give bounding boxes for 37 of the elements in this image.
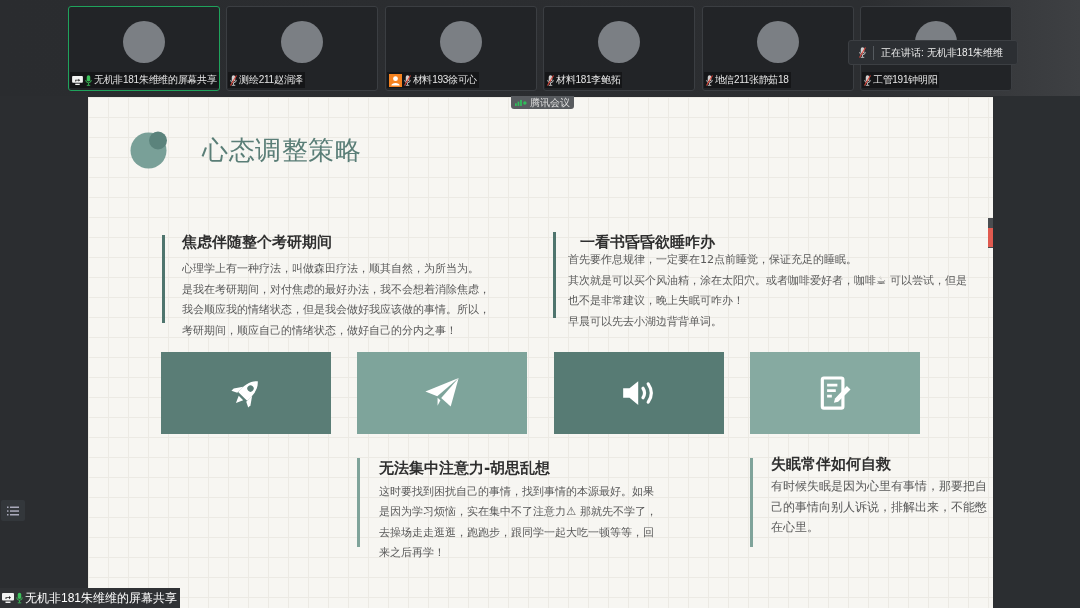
participant-name: 工管191钟明阳 (872, 73, 938, 87)
list-view-button[interactable] (1, 500, 25, 521)
card-text: 这时要找到困扰自己的事情，找到事情的本源最好。如果是因为学习烦恼，实在集中不了注意力⚠ 那就先不学了，去操场走走逛逛，跑跑步，跟同学一起大吃一顿等等，回来之后再学！ (379, 484, 658, 561)
card-heading: 焦虑伴随整个考研期间 (182, 232, 333, 252)
app-name: 腾讯会议 (530, 96, 570, 109)
list-icon (7, 505, 19, 516)
speaking-label: 正在讲话: 无机非181朱维维 (881, 45, 1004, 60)
video-tile[interactable]: 测绘211赵润泽 (226, 6, 379, 91)
card-heading: 一看书昏昏欲睡咋办 (579, 234, 716, 250)
avatar-placeholder (439, 21, 482, 63)
participant-name: 测绘211赵润泽 (239, 73, 303, 87)
screen-share-icon (2, 593, 14, 603)
card-heading: 无法集中注意力-胡思乱想 (379, 459, 552, 477)
avatar-placeholder (123, 21, 165, 63)
participant-name: 无机非181朱维维的屏幕共享 (94, 73, 217, 87)
avatar-placeholder (756, 21, 799, 63)
card-heading: 失眠常伴如何自救 (771, 456, 892, 472)
slide-title: 心态调整策略 (202, 134, 361, 167)
participant-name: 材料193徐可心 (412, 73, 478, 87)
card-text: 首先要作息规律，一定要在12点前睡觉，保证充足的睡眠。 (568, 252, 859, 268)
signal-icon (515, 99, 527, 106)
participant-name: 材料181李鲍拓 (556, 73, 621, 87)
scrollbar[interactable] (988, 218, 993, 248)
video-tile[interactable]: 材料181李鲍拓 (543, 6, 696, 91)
card-text: 心理学上有一种疗法，叫做森田疗法，顺其自然，为所当为。 (182, 261, 480, 277)
video-tile[interactable]: 无机非181朱维维的屏幕共享 (68, 6, 220, 91)
participant-name: 地信211张静茹18 (714, 73, 789, 87)
video-tile[interactable]: 材料193徐可心 (384, 6, 537, 91)
card-text: 有时候失眠是因为心里有事情，那要把自己的事情向别人诉说，排解出来，不能憋在心里。 (771, 478, 988, 536)
card-text: 是我在考研期间，对付焦虑的最好办法，我不会想着消除焦虑，我会顺应我的情绪状态，但是我会做好我应该做的事情。所以，考研期间，顺应自己的情绪状态，做好自己的分内之事！ (182, 281, 491, 339)
card-text: 其次就是可以买个风油精，涂在太阳穴。或者咖啡爱好者，咖啡☕ 可以尝试，但是也不是非常建议，晚上失眠可咋办！ (568, 272, 968, 310)
card-text: 早晨可以先去小湖边背背单词。 (568, 314, 723, 331)
circle-logo-icon (130, 131, 168, 169)
video-tile[interactable]: 地信211张静茹18 (701, 6, 854, 91)
avatar-placeholder (598, 21, 641, 63)
share-label: 无机非181朱维维的屏幕共享 (25, 590, 178, 607)
avatar-placeholder (281, 21, 324, 63)
